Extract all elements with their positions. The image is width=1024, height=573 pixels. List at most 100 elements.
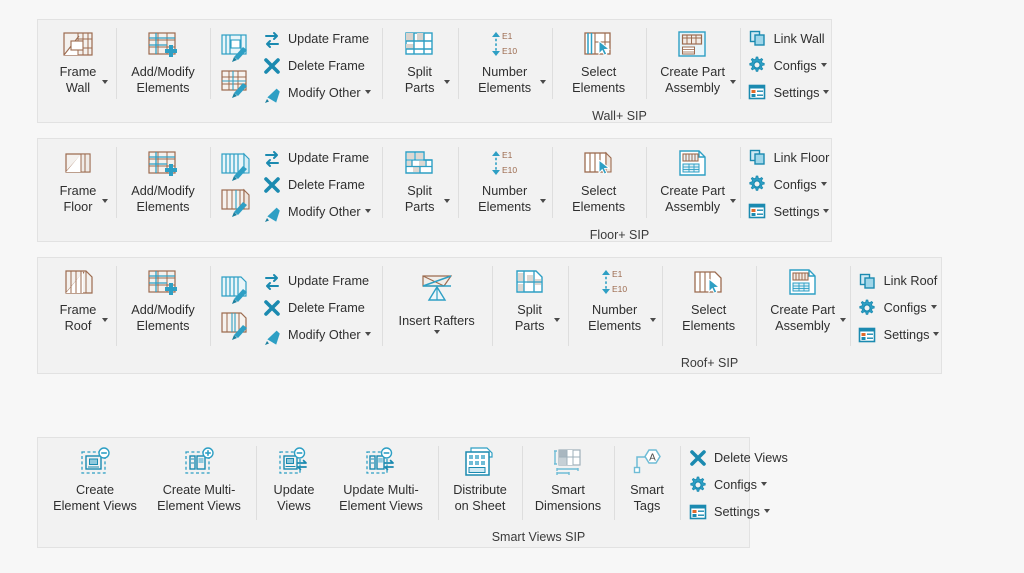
button-settings-floor[interactable]: Settings [746, 198, 835, 225]
link-icon [858, 271, 878, 291]
button-update-multi-element-views[interactable]: Update Multi- Element Views [328, 442, 434, 528]
chevron-down-icon[interactable] [365, 90, 371, 94]
button-link-floor[interactable]: Link Floor [746, 144, 835, 171]
button-configs-roof[interactable]: Configs [856, 295, 945, 322]
button-modify-other[interactable]: Modify Other [260, 79, 376, 106]
button-update-views[interactable]: Update Views [260, 442, 328, 528]
gear-icon [748, 56, 768, 76]
roof-update-frame-icon[interactable] [218, 273, 256, 307]
chevron-down-icon[interactable] [823, 209, 829, 213]
button-settings-roof[interactable]: Settings [856, 322, 945, 349]
button-smart-tags-label: Smart Tags [630, 482, 664, 514]
group-wall-assembly: Create Part Assembly [646, 24, 740, 107]
button-link-roof-label: Link Roof [884, 274, 938, 288]
button-select-elements-floor[interactable]: Select Elements [556, 143, 642, 226]
button-select-elements-roof-label: Select Elements [682, 302, 735, 334]
chevron-down-icon[interactable] [444, 199, 450, 203]
button-insert-rafters[interactable]: Insert Rafters [386, 262, 488, 354]
button-modify-other-label: Modify Other [288, 86, 361, 100]
chevron-down-icon[interactable] [102, 318, 108, 322]
link-icon [748, 29, 768, 49]
button-modify-other-floor[interactable]: Modify Other [260, 198, 376, 225]
button-update-frame-floor[interactable]: Update Frame [260, 144, 376, 171]
button-configs-views[interactable]: Configs [686, 472, 793, 499]
floor-modify-other-icon[interactable] [218, 186, 256, 220]
wall-modify-other-icon[interactable] [218, 67, 256, 101]
button-create-part-assembly-wall[interactable]: Create Part Assembly [650, 24, 736, 107]
chevron-down-icon[interactable] [434, 330, 440, 334]
frame-roof-icon [61, 265, 95, 299]
insert-rafters-icon [420, 271, 454, 305]
chevron-down-icon[interactable] [540, 199, 546, 203]
chevron-down-icon[interactable] [931, 305, 937, 309]
chevron-down-icon[interactable] [650, 318, 656, 322]
button-configs-wall[interactable]: Configs [746, 52, 835, 79]
create-part-assembly-wall-icon [676, 27, 710, 61]
button-update-frame-floor-label: Update Frame [288, 151, 369, 165]
group-wall-addmodify: Add/Modify Elements [116, 24, 210, 107]
button-frame-roof[interactable]: Frame Roof [44, 262, 112, 354]
button-smart-dimensions[interactable]: Smart Dimensions [526, 442, 610, 528]
pencil-icon [262, 202, 282, 222]
button-number-elements-floor[interactable]: Number Elements [462, 143, 548, 226]
chevron-down-icon[interactable] [821, 63, 827, 67]
button-split-parts-wall[interactable]: Split Parts [386, 24, 454, 107]
gear-icon [688, 475, 708, 495]
button-delete-views[interactable]: Delete Views [686, 445, 793, 472]
button-update-frame[interactable]: Update Frame [260, 25, 376, 52]
chevron-down-icon[interactable] [730, 80, 736, 84]
roof-modify-other-icon[interactable] [218, 309, 256, 343]
panel-body-floor: Frame Floor Add/Modify Elements [38, 139, 831, 226]
split-parts-roof-icon [513, 265, 547, 299]
floor-modify-buttons: Update Frame Delete Frame Modify Other [258, 143, 378, 226]
button-distribute-on-sheet[interactable]: Distribute on Sheet [442, 442, 518, 528]
chevron-down-icon[interactable] [730, 199, 736, 203]
button-number-elements-wall[interactable]: Number Elements [462, 24, 548, 107]
button-split-parts-roof[interactable]: Split Parts [496, 262, 564, 354]
button-add-modify-elements-roof[interactable]: Add/Modify Elements [120, 262, 206, 354]
chevron-down-icon[interactable] [365, 209, 371, 213]
wall-update-frame-icon[interactable] [218, 31, 256, 65]
chevron-down-icon[interactable] [365, 332, 371, 336]
button-create-part-assembly-floor[interactable]: Create Part Assembly [650, 143, 736, 226]
button-delete-frame-roof[interactable]: Delete Frame [260, 295, 376, 322]
button-link-wall-label: Link Wall [774, 32, 825, 46]
create-element-views-icon [78, 445, 112, 479]
chevron-down-icon[interactable] [933, 332, 939, 336]
button-add-modify-elements-floor[interactable]: Add/Modify Elements [120, 143, 206, 226]
chevron-down-icon[interactable] [102, 199, 108, 203]
chevron-down-icon[interactable] [554, 318, 560, 322]
chevron-down-icon[interactable] [764, 509, 770, 513]
button-split-parts-floor[interactable]: Split Parts [386, 143, 454, 226]
button-select-elements-roof[interactable]: Select Elements [666, 262, 752, 354]
button-delete-frame-floor-label: Delete Frame [288, 178, 365, 192]
button-create-part-assembly-roof-label: Create Part Assembly [770, 302, 835, 334]
button-create-part-assembly-roof[interactable]: Create Part Assembly [760, 262, 846, 354]
chevron-down-icon[interactable] [821, 182, 827, 186]
button-settings-wall[interactable]: Settings [746, 79, 835, 106]
button-link-wall[interactable]: Link Wall [746, 25, 835, 52]
button-frame-wall[interactable]: Frame Wall [44, 24, 112, 107]
button-delete-frame-floor[interactable]: Delete Frame [260, 171, 376, 198]
floor-update-frame-icon[interactable] [218, 150, 256, 184]
button-add-modify-elements[interactable]: Add/Modify Elements [120, 24, 206, 107]
button-number-elements-roof[interactable]: Number Elements [572, 262, 658, 354]
button-frame-floor[interactable]: Frame Floor [44, 143, 112, 226]
roof-modify-icon-column [214, 262, 258, 354]
chevron-down-icon[interactable] [823, 90, 829, 94]
button-link-roof[interactable]: Link Roof [856, 268, 945, 295]
button-create-element-views[interactable]: Create Element Views [44, 442, 146, 528]
button-settings-views[interactable]: Settings [686, 499, 793, 526]
button-select-elements-wall[interactable]: Select Elements [556, 24, 642, 107]
button-smart-tags[interactable]: Smart Tags [618, 442, 676, 528]
chevron-down-icon[interactable] [444, 80, 450, 84]
button-update-frame-roof[interactable]: Update Frame [260, 268, 376, 295]
button-modify-other-roof[interactable]: Modify Other [260, 322, 376, 349]
chevron-down-icon[interactable] [840, 318, 846, 322]
chevron-down-icon[interactable] [540, 80, 546, 84]
chevron-down-icon[interactable] [102, 80, 108, 84]
chevron-down-icon[interactable] [761, 482, 767, 486]
button-delete-frame[interactable]: Delete Frame [260, 52, 376, 79]
button-create-multi-element-views[interactable]: Create Multi- Element Views [146, 442, 252, 528]
button-configs-floor[interactable]: Configs [746, 171, 835, 198]
